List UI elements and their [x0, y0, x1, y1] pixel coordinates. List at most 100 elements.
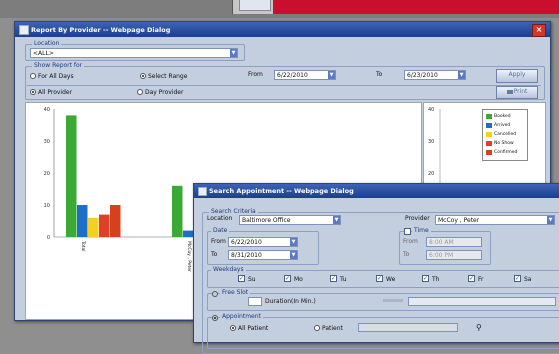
legend-swatch — [486, 150, 492, 155]
to-label: To — [376, 71, 383, 78]
date-to-input[interactable]: 8/31/2010 ▼ — [228, 250, 298, 260]
show-report-for-group: Show Report for For All Days Select Rang… — [25, 62, 545, 100]
from-date-input[interactable]: 6/22/2010 ▼ — [274, 70, 336, 80]
time-label: Time — [412, 227, 431, 234]
weekday-checkbox[interactable]: ✓ — [514, 275, 521, 282]
legend-label: No Show — [494, 141, 514, 146]
duration-input[interactable] — [248, 297, 262, 306]
date-label: Date — [211, 227, 230, 234]
from-label: From — [248, 71, 263, 78]
weekday-label: Su — [248, 276, 256, 283]
day-provider-label: Day Provider — [145, 89, 184, 96]
weekday-label: We — [386, 276, 396, 283]
search-appointment-dialog: Search Appointment -- Webpage Dialog Sea… — [193, 183, 559, 354]
chevron-down-icon[interactable]: ▼ — [458, 71, 465, 79]
apply-button[interactable]: Apply — [496, 69, 538, 83]
weekday-checkbox[interactable]: ✓ — [238, 275, 245, 282]
patient-radio[interactable] — [314, 325, 320, 331]
time-from-value: 8:00 AM — [429, 239, 454, 246]
weekday-label: Mo — [294, 276, 303, 283]
provider-select[interactable]: McCoy , Peter ▼ — [435, 215, 555, 225]
y-tick-label: 10 — [44, 203, 50, 209]
search-criteria-label: Search Criteria — [209, 208, 258, 215]
report-dialog-title: Report By Provider -- Webpage Dialog — [31, 26, 171, 34]
weekday-checkbox[interactable]: ✓ — [468, 275, 475, 282]
chevron-down-icon[interactable]: ▼ — [547, 216, 554, 224]
all-provider-radio[interactable] — [30, 89, 36, 95]
chevron-down-icon[interactable]: ▼ — [333, 216, 340, 224]
select-range-label: Select Range — [148, 73, 188, 80]
for-all-days-label: For All Days — [38, 73, 74, 80]
patient-input[interactable] — [358, 323, 458, 332]
legend-swatch — [486, 132, 492, 137]
free-slot-label: Free Slot — [220, 289, 251, 296]
appointment-label: Appointment — [220, 313, 263, 320]
bar-cancelled — [88, 217, 99, 237]
from-date-value: 6/22/2010 — [277, 72, 308, 79]
location-value: Baltimore Office — [242, 217, 291, 224]
bar-confirmed — [110, 205, 121, 237]
time-from-input[interactable]: 8:00 AM — [426, 237, 482, 247]
legend-label: Confirmed — [494, 150, 518, 155]
report-dialog-titlebar: Report By Provider -- Webpage Dialog × — [15, 22, 550, 37]
print-button[interactable]: Print — [496, 86, 538, 99]
y-tick-label: 30 — [44, 139, 50, 145]
background-tab[interactable] — [239, 0, 271, 11]
for-all-days-radio[interactable] — [30, 73, 36, 79]
chevron-down-icon[interactable]: ▼ — [290, 251, 297, 259]
chevron-down-icon[interactable]: ▼ — [328, 71, 335, 79]
weekday-checkbox[interactable]: ✓ — [284, 275, 291, 282]
print-label: Print — [513, 88, 528, 95]
y-tick-label: 40 — [428, 107, 434, 113]
close-icon[interactable]: × — [532, 24, 546, 37]
time-to-input[interactable]: 6:00 PM — [426, 250, 482, 260]
to-date-input[interactable]: 6/23/2010 ▼ — [404, 70, 466, 80]
background-window — [232, 0, 559, 14]
date-to-label: To — [211, 251, 218, 258]
legend-swatch — [486, 123, 492, 128]
weekday-checkbox[interactable]: ✓ — [330, 275, 337, 282]
y-tick-label: 20 — [44, 171, 50, 177]
printer-icon — [506, 89, 513, 94]
all-provider-label: All Provider — [38, 89, 73, 96]
day-provider-radio[interactable] — [137, 89, 143, 95]
location-select[interactable]: <ALL> ▼ — [30, 48, 238, 58]
free-slot-group: Free Slot Duration(In Min.) — [207, 289, 559, 311]
select-range-radio[interactable] — [140, 73, 146, 79]
date-from-input[interactable]: 6/22/2010 ▼ — [228, 237, 298, 247]
provider-label: Provider — [405, 215, 430, 222]
x-tick-label: McCoy , Peter — [186, 241, 192, 272]
window-icon — [19, 25, 29, 35]
free-slot-radio[interactable] — [212, 291, 218, 297]
binoculars-icon[interactable]: ⚲ — [476, 323, 482, 332]
bar-arrived — [183, 230, 194, 237]
weekday-checkbox[interactable]: ✓ — [376, 275, 383, 282]
time-to-value: 6:00 PM — [429, 252, 454, 259]
y-tick-label: 30 — [428, 139, 434, 145]
legend-label: Arrived — [494, 123, 511, 128]
weekday-label: Fr — [478, 276, 484, 283]
weekday-checkbox[interactable]: ✓ — [422, 275, 429, 282]
y-tick-label: 40 — [44, 107, 50, 113]
y-tick-label: 0 — [47, 235, 50, 241]
provider-value: McCoy , Peter — [438, 217, 480, 224]
location-group: Location <ALL> ▼ — [25, 40, 245, 61]
chevron-down-icon[interactable]: ▼ — [230, 49, 237, 57]
legend-swatch — [486, 114, 492, 119]
patient-name-input[interactable] — [408, 297, 556, 306]
time-group: Time From 8:00 AM To 6:00 PM — [399, 227, 491, 265]
search-dialog-titlebar: Search Appointment -- Webpage Dialog — [194, 184, 559, 198]
appointment-radio[interactable] — [212, 315, 218, 321]
date-group: Date From 6/22/2010 ▼ To 8/31/2010 ▼ — [207, 227, 319, 265]
location-select[interactable]: Baltimore Office ▼ — [239, 215, 341, 225]
chart-legend: Booked Arrived Cancelled No Show Confirmed — [482, 109, 528, 161]
search-dialog-title: Search Appointment -- Webpage Dialog — [209, 187, 354, 195]
weekday-label: Sa — [524, 276, 532, 283]
time-checkbox[interactable] — [404, 228, 411, 235]
x-tick-label: Total — [80, 240, 86, 252]
date-from-value: 6/22/2010 — [231, 239, 262, 246]
chevron-down-icon[interactable]: ▼ — [290, 238, 297, 246]
time-from-label: From — [403, 238, 418, 245]
all-patient-radio[interactable] — [230, 325, 236, 331]
location-label: Location — [32, 40, 62, 47]
